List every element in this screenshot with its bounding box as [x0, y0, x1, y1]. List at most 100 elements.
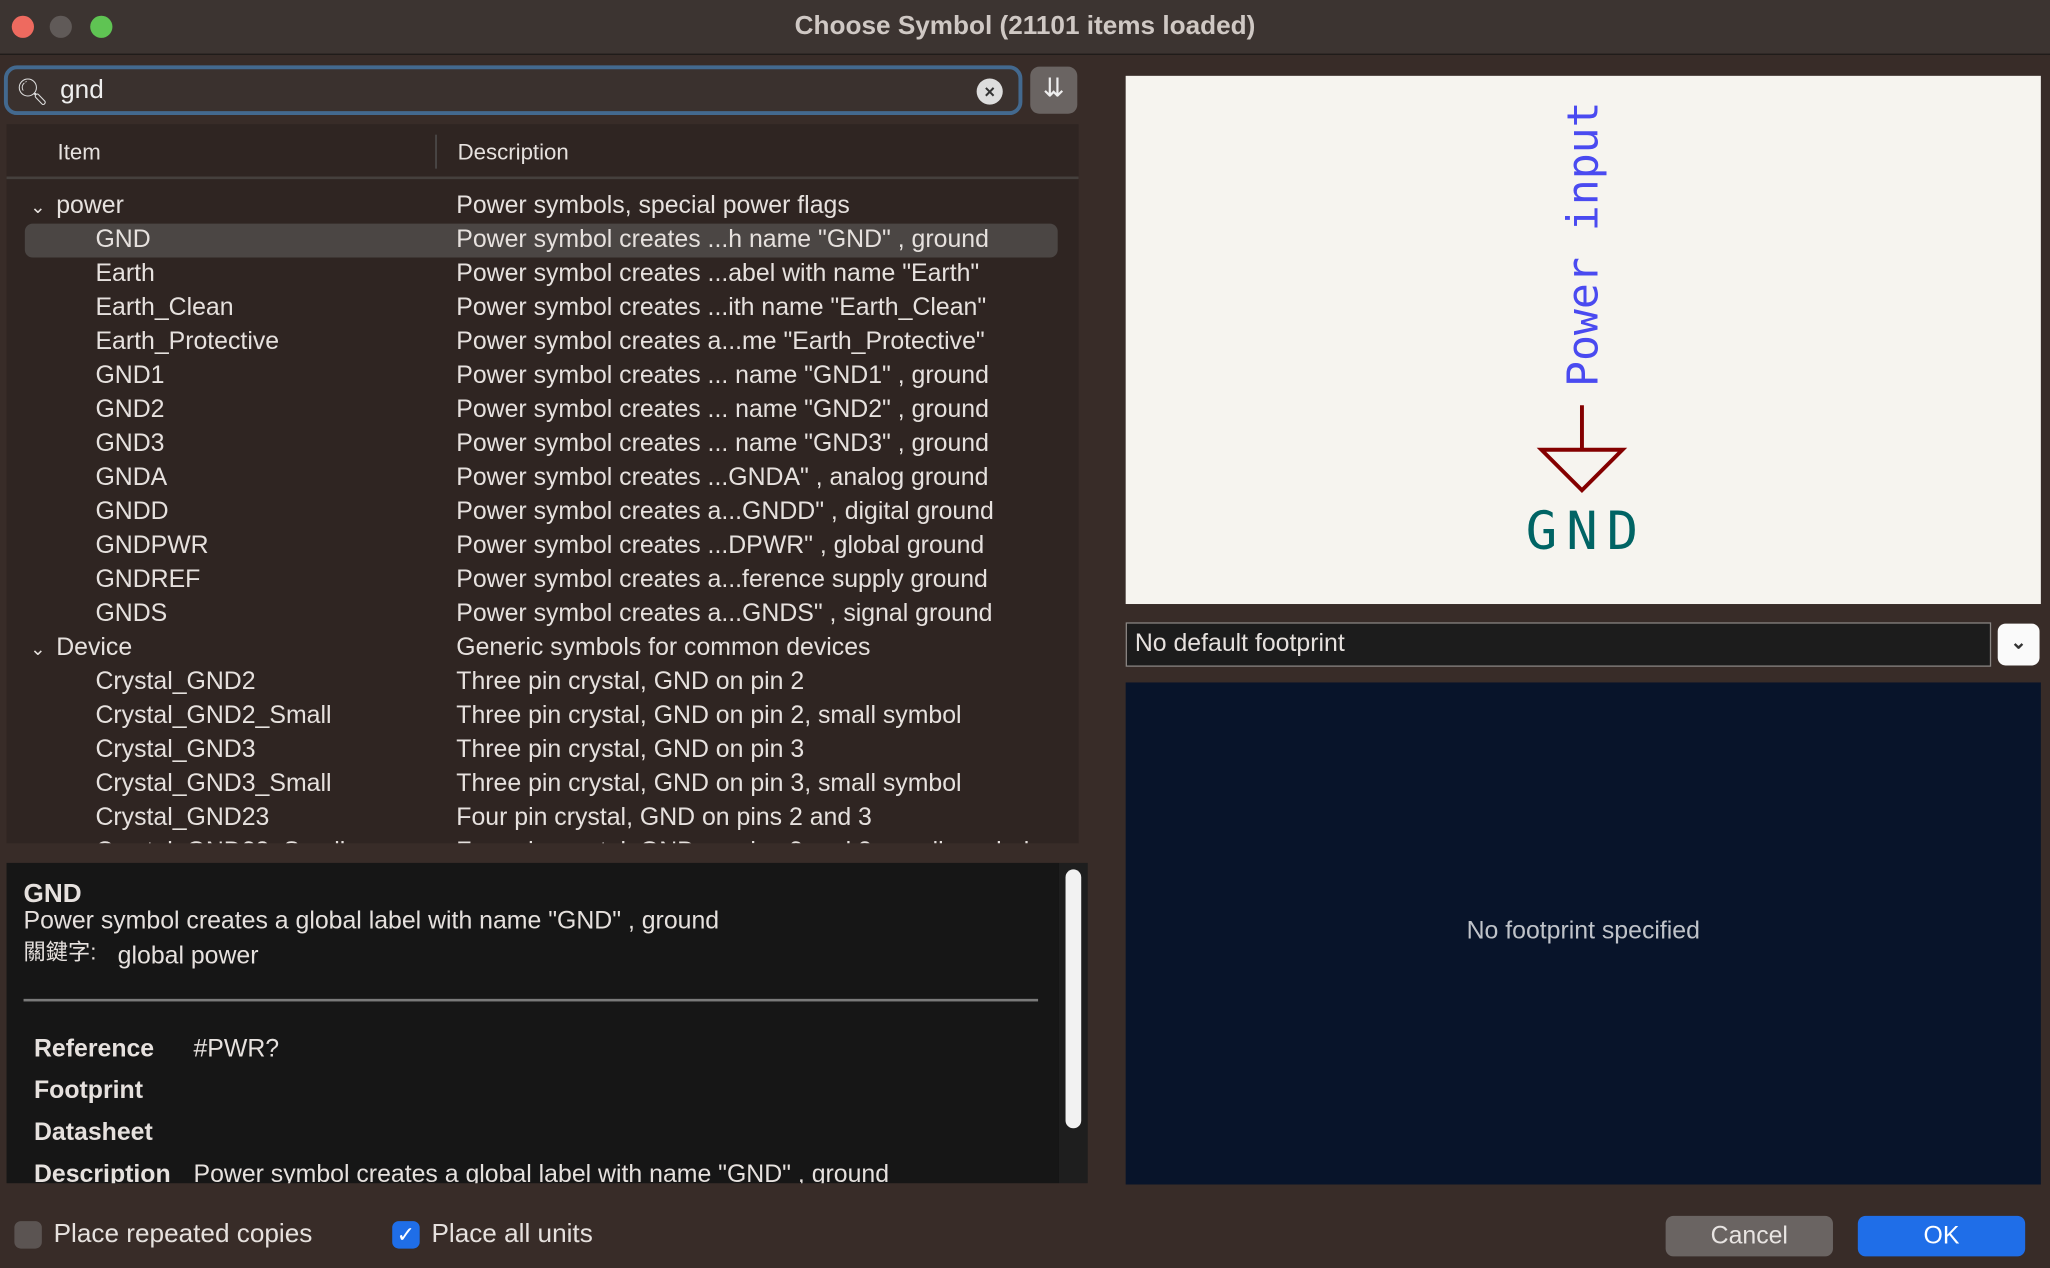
tree-item-row[interactable]: Earth_Clean Power symbol creates ...ith n… [7, 292, 1079, 326]
item-description: Power symbol creates ...abel with name "… [456, 260, 980, 288]
tree-item-row[interactable]: Crystal_GND2 Three pin crystal, GND on pi… [7, 665, 1079, 699]
tree-item-row[interactable]: GND1 Power symbol creates ... name "GND1"… [7, 360, 1079, 394]
tree-item-row[interactable]: GNDS Power symbol creates a...GNDS" , sig… [7, 597, 1079, 631]
symbol-details: GND Power symbol creates a global label … [6, 862, 1059, 1184]
item-name: GND2 [95, 396, 165, 424]
item-name: GNDREF [95, 566, 201, 594]
item-description: Power symbol creates a...ference supply … [456, 566, 988, 594]
item-name: GNDA [95, 464, 168, 492]
pin-label: Power input [1559, 101, 1609, 387]
item-description: Three pin crystal, GND on pin 2 [456, 668, 805, 696]
tree-item-row[interactable]: Earth_Protective Power symbol creates a..… [7, 326, 1079, 360]
keywords-value: global power [117, 942, 259, 971]
chevron-down-icon[interactable]: ⌄ [30, 190, 45, 224]
item-description: Power symbol creates ...DPWR" , global g… [456, 532, 985, 560]
chevron-down-icon[interactable]: ⌄ [30, 631, 45, 665]
item-description: Power symbol creates a...GNDD" , digital… [456, 498, 994, 526]
tree-item-row[interactable]: Earth Power symbol creates ...abel with n… [7, 258, 1079, 292]
place-all-units-label[interactable]: Place all units [431, 1220, 592, 1250]
item-name: Crystal_GND2 [95, 668, 256, 696]
details-description: Power symbol creates a global label with… [23, 907, 720, 935]
item-description: Three pin crystal, GND on pin 3, small s… [456, 770, 962, 798]
ok-button[interactable]: OK [1857, 1215, 2026, 1257]
item-description: Power symbol creates ... name "GND2" , g… [456, 396, 989, 424]
details-scrollbar[interactable] [1058, 862, 1088, 1184]
field-label: Reference [33, 1035, 155, 1063]
symbol-preview: Power input GND [1125, 75, 2041, 605]
tree-item-row[interactable]: Crystal_GND3 Three pin crystal, GND on pi… [7, 733, 1079, 767]
search-icon[interactable]: 🔍︎ [16, 76, 49, 109]
item-name: Crystal_GND23 [95, 804, 270, 832]
item-name: power [56, 192, 124, 220]
place-repeated-copies-checkbox[interactable] [14, 1221, 42, 1249]
item-description: Power symbol creates ... name "GND1" , g… [456, 362, 989, 390]
item-description: Power symbol creates a...GNDS" , signal … [456, 600, 993, 628]
tree-item-row[interactable]: GNDA Power symbol creates ...GNDA" , anal… [7, 462, 1079, 496]
item-description: Power symbol creates ... name "GND3" , g… [456, 430, 989, 458]
field-value: #PWR? [193, 1035, 280, 1063]
keywords-label: 關鍵字: [23, 940, 97, 965]
column-header-description[interactable]: Description [458, 140, 569, 166]
divider [23, 998, 1039, 1002]
place-repeated-copies-label[interactable]: Place repeated copies [54, 1220, 313, 1250]
tree-item-row[interactable]: GNDPWR Power symbol creates ...DPWR" , gl… [7, 529, 1079, 563]
field-value: Power symbol creates a global label with… [193, 1160, 890, 1184]
cancel-button[interactable]: Cancel [1665, 1215, 1833, 1257]
item-name: GND1 [95, 362, 165, 390]
item-name: GNDD [95, 498, 169, 526]
sort-button[interactable]: ⇊ [1030, 66, 1078, 114]
item-description: Power symbol creates a...me "Earth_Prote… [456, 328, 985, 356]
column-header-item[interactable]: Item [58, 140, 101, 166]
item-name: GND [95, 226, 151, 254]
chevron-down-icon[interactable]: ⌄ [1997, 623, 2040, 666]
item-name: GND3 [95, 430, 165, 458]
tree-item-row[interactable]: Crystal_GND23 Four pin crystal, GND on pi… [7, 801, 1079, 835]
tree-group-row[interactable]: ⌄ Device Generic symbols for common device… [7, 631, 1079, 665]
scrollbar-thumb[interactable] [1065, 869, 1082, 1129]
item-name: Earth_Clean [95, 294, 234, 322]
item-description: Four pin crystal, GND on pins 2 and 3, s… [456, 835, 1029, 843]
gnd-symbol-graphic: Power input GND [1526, 101, 1638, 562]
clear-icon[interactable]: × [976, 78, 1003, 105]
item-description: Power symbol creates ...GNDA" , analog g… [456, 464, 989, 492]
item-name: GNDS [95, 600, 168, 628]
symbol-value: GND [1526, 501, 1638, 562]
item-description: Three pin crystal, GND on pin 3 [456, 736, 805, 764]
item-name: Crystal_GND2_Small [95, 702, 332, 730]
tree-item-row[interactable]: Crystal_GND2_Small Three pin crystal, GND… [7, 699, 1079, 733]
tree-header: Item Description [6, 124, 1079, 180]
no-footprint-message: No footprint specified [1466, 917, 1700, 946]
place-all-units-checkbox[interactable]: ✓ [392, 1221, 420, 1249]
checkmark-icon: ✓ [396, 1222, 416, 1248]
tree-item-row[interactable]: Crystal_GND23_Small Four pin crystal, GND… [7, 835, 1079, 843]
title-bar: Choose Symbol (21101 items loaded) [0, 0, 2050, 55]
item-name: Earth [95, 260, 155, 288]
tree-item-row[interactable]: GND Power symbol creates ...h name "GND" … [24, 223, 1058, 258]
search-input[interactable]: gnd [60, 76, 104, 106]
field-label: Footprint [33, 1077, 143, 1105]
tree-item-row[interactable]: GNDREF Power symbol creates a...ference s… [7, 563, 1079, 597]
item-description: Generic symbols for common devices [456, 634, 871, 662]
item-name: Crystal_GND3 [95, 736, 256, 764]
footprint-select[interactable]: No default footprint [1125, 622, 1992, 667]
window-title: Choose Symbol (21101 items loaded) [794, 11, 1256, 41]
column-divider[interactable] [435, 134, 437, 169]
tree-item-row[interactable]: GND3 Power symbol creates ... name "GND3"… [7, 428, 1079, 462]
field-label: Datasheet [33, 1119, 153, 1147]
item-description: Three pin crystal, GND on pin 2, small s… [456, 702, 962, 730]
item-description: Power symbols, special power flags [456, 192, 850, 220]
field-label: Description [33, 1160, 171, 1184]
tree-item-row[interactable]: GNDD Power symbol creates a...GNDD" , dig… [7, 496, 1079, 530]
sort-icon: ⇊ [1042, 74, 1065, 104]
item-description: Four pin crystal, GND on pins 2 and 3 [456, 804, 872, 832]
tree-item-row[interactable]: Crystal_GND3_Small Three pin crystal, GND… [7, 767, 1079, 801]
ground-triangle [1536, 447, 1628, 494]
item-name: Crystal_GND23_Small [95, 835, 345, 843]
tree-group-row[interactable]: ⌄ power Power symbols, special power flags [7, 190, 1079, 224]
item-name: Earth_Protective [95, 328, 280, 356]
search-field[interactable]: 🔍︎ gnd × [3, 65, 1023, 116]
symbol-tree[interactable]: Item Description ⌄ power Power symbols, sp… [6, 124, 1079, 844]
item-name: Device [56, 634, 133, 662]
details-name: GND [23, 879, 82, 909]
tree-item-row[interactable]: GND2 Power symbol creates ... name "GND2"… [7, 394, 1079, 428]
